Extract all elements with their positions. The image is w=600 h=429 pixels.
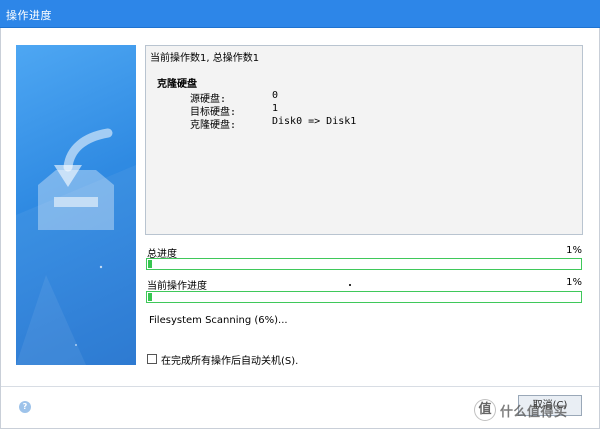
status-message: Filesystem Scanning (6%)... (149, 315, 288, 326)
current-progress-label: 当前操作进度 (147, 281, 207, 292)
disk-clone-illustration (16, 45, 136, 365)
title-bar[interactable]: 操作进度 (0, 0, 600, 28)
current-progress-bar (146, 291, 582, 303)
operation-details-panel: 当前操作数1, 总操作数1 克隆硬盘 源硬盘: 0 目标硬盘: 1 克隆硬盘: … (145, 45, 583, 235)
total-progress-bar (146, 258, 582, 270)
download-disk-icon (16, 128, 136, 365)
detail-value: Disk0 => Disk1 (272, 116, 357, 127)
cancel-button[interactable]: 取消(C) (518, 395, 582, 416)
detail-value: 1 (272, 103, 279, 114)
total-progress-percent: 1% (566, 245, 582, 256)
detail-key: 克隆硬盘: (190, 120, 237, 131)
auto-shutdown-checkbox[interactable] (147, 354, 157, 364)
current-progress-percent: 1% (566, 277, 582, 288)
operation-count-text: 当前操作数1, 总操作数1 (150, 53, 260, 64)
question-icon[interactable]: ? (19, 401, 31, 413)
detail-row-clone: 克隆硬盘: Disk0 => Disk1 (146, 116, 582, 131)
auto-shutdown-label[interactable]: 在完成所有操作后自动关机(S). (161, 352, 298, 367)
window-title: 操作进度 (6, 9, 52, 22)
clone-disk-heading: 克隆硬盘 (157, 79, 197, 90)
footer-divider (1, 386, 599, 387)
detail-row-target: 目标硬盘: 1 (146, 103, 582, 118)
total-progress-fill (148, 260, 152, 268)
current-progress-fill (148, 293, 152, 301)
detail-value: 0 (272, 90, 279, 101)
spinner-dot (349, 284, 351, 286)
auto-shutdown-option[interactable]: 在完成所有操作后自动关机(S). (147, 352, 298, 367)
detail-row-source: 源硬盘: 0 (146, 90, 582, 105)
